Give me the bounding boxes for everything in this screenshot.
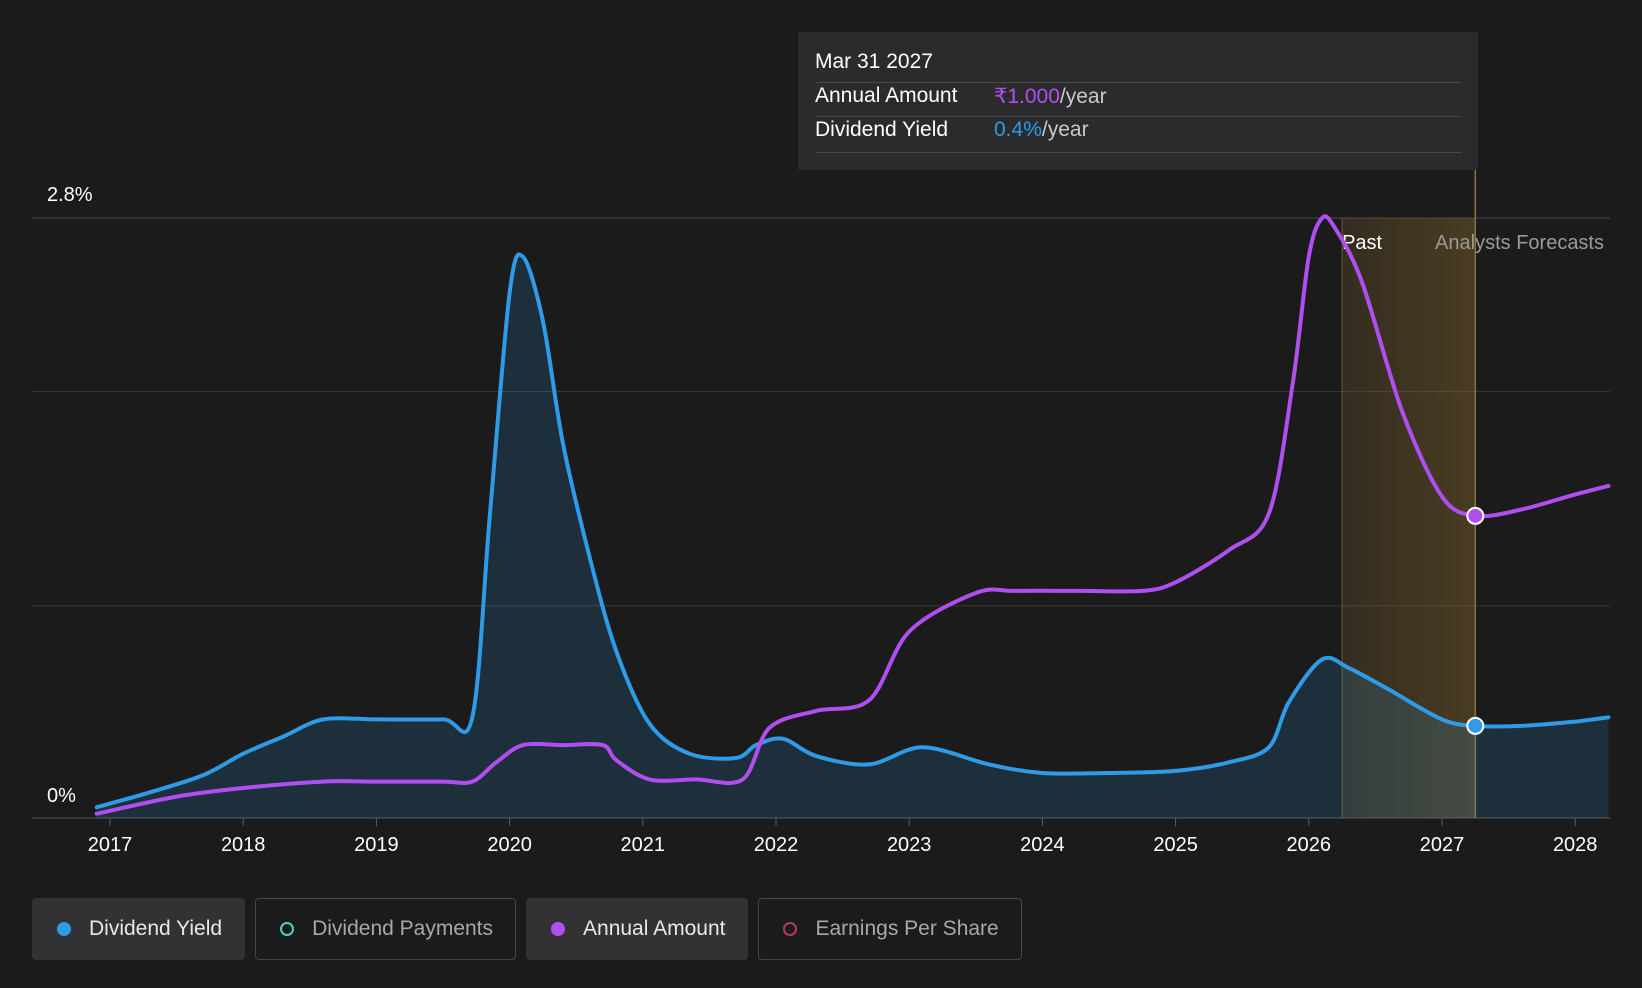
- tooltip-annual-amount-label: Annual Amount: [815, 84, 958, 107]
- x-axis: 2017 2018 2019 2020 2021 2022 2023 2024 2025 2026…: [88, 818, 1598, 856]
- y-label-bottom: 0%: [47, 785, 76, 807]
- x-tick-label: 2018: [221, 834, 266, 856]
- x-tick-label: 2024: [1020, 834, 1065, 856]
- legend-label: Annual Amount: [583, 917, 726, 940]
- legend-dividend-yield[interactable]: Dividend Yield: [32, 898, 246, 960]
- legend-ring-icon: [783, 922, 798, 936]
- x-tick-label: 2027: [1420, 834, 1465, 856]
- x-tick-label: 2019: [354, 834, 399, 856]
- chart-tooltip: Mar 31 2027 Annual Amount ₹1.000/year Di…: [798, 32, 1478, 170]
- legend-label: Earnings Per Share: [815, 917, 999, 940]
- legend-earnings-per-share[interactable]: Earnings Per Share: [758, 898, 1022, 960]
- cursor-marker-1: [1466, 506, 1485, 525]
- forecast-label: Analysts Forecasts: [1435, 232, 1604, 254]
- tooltip-dividend-yield-value: 0.4%/year: [994, 118, 1089, 141]
- legend-dot-icon: [57, 922, 71, 936]
- y-label-top: 2.8%: [47, 184, 93, 206]
- dividend-chart: Past Analysts Forecasts 2017 2018 2019 2020 2…: [0, 0, 1642, 880]
- legend-dot-icon: [551, 922, 566, 936]
- x-tick-label: 2023: [887, 834, 932, 856]
- legend-dividend-payments[interactable]: Dividend Payments: [255, 898, 517, 960]
- y-axis-labels: 2.8% 0%: [47, 184, 93, 807]
- x-tick-label: 2021: [621, 834, 666, 856]
- tooltip-divider: [815, 116, 1461, 117]
- x-tick-label: 2025: [1153, 834, 1198, 856]
- tooltip-annual-amount-value: ₹1.000/year: [994, 85, 1107, 108]
- tooltip-date: Mar 31 2027: [815, 50, 933, 73]
- legend-ring-icon: [280, 922, 295, 936]
- legend-annual-amount[interactable]: Annual Amount: [526, 898, 749, 960]
- tooltip-dividend-yield-label: Dividend Yield: [815, 118, 949, 141]
- x-tick-label: 2020: [487, 834, 532, 856]
- cursor-marker-0: [1466, 716, 1485, 735]
- x-tick-label: 2028: [1553, 834, 1598, 856]
- x-tick-label: 2026: [1287, 834, 1332, 856]
- x-tick-label: 2017: [88, 834, 133, 856]
- chart-legend: Dividend Yield Dividend Payments Annual …: [32, 898, 1022, 960]
- x-tick-label: 2022: [754, 834, 799, 856]
- tooltip-divider: [815, 82, 1461, 83]
- tooltip-divider: [815, 152, 1461, 153]
- legend-label: Dividend Payments: [312, 917, 494, 940]
- legend-label: Dividend Yield: [89, 917, 223, 940]
